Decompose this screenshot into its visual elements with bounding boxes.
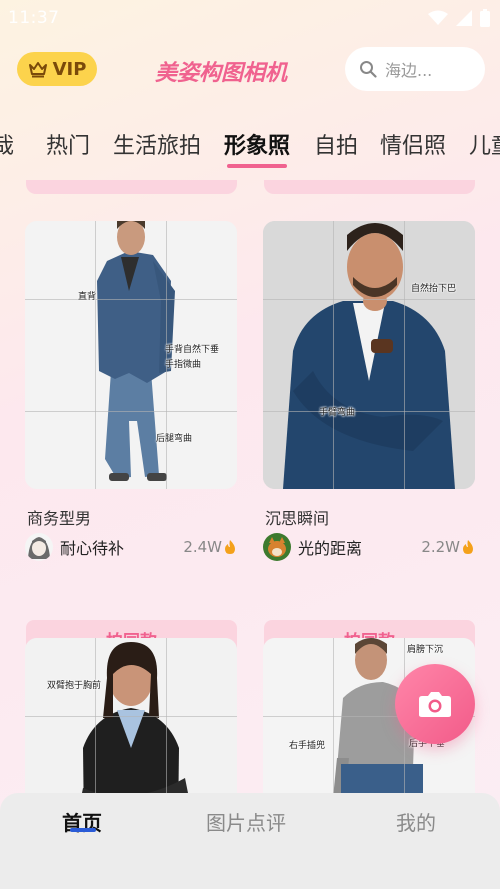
search-icon (360, 61, 377, 78)
nav-photo-review[interactable]: 图片点评 (206, 807, 286, 836)
author-row: 耐心待补 2.4W (25, 533, 237, 561)
status-time: 11:37 (8, 8, 60, 28)
tab-couple[interactable]: 情侣照 (380, 128, 446, 160)
signal-icon (456, 10, 472, 26)
wifi-icon (428, 10, 448, 25)
tab-selfie[interactable]: 自拍 (314, 128, 358, 160)
template-photo[interactable]: 自然抬下巴 手臂弯曲 (263, 221, 475, 489)
grid-line (166, 221, 167, 489)
grid-line (25, 411, 237, 412)
pose-annotation: 右手插兜 (289, 741, 326, 751)
pose-annotation: 后腿弯曲 (156, 434, 193, 444)
tab-hot[interactable]: 热门 (46, 128, 90, 160)
grid-line (333, 221, 334, 489)
tab-children[interactable]: 儿童 (469, 128, 500, 160)
person-photo (25, 221, 237, 489)
likes-value: 2.4W (183, 538, 222, 556)
vip-button[interactable]: VIP (17, 52, 97, 86)
category-tabs: 哉 热门 生活旅拍 形象照 自拍 情侣照 儿童 (0, 128, 500, 172)
camera-button[interactable] (395, 664, 475, 744)
template-photo[interactable]: 双臂抱于胸前 (25, 638, 237, 795)
camera-icon (419, 692, 451, 717)
pose-annotation: 手指微曲 (165, 360, 202, 370)
header: VIP 美姿构图相机 海边... (0, 45, 500, 95)
person-photo (263, 221, 475, 489)
active-tab-indicator (227, 164, 287, 168)
tab-partial[interactable]: 哉 (0, 128, 14, 160)
vip-label: VIP (52, 58, 87, 80)
status-icons (428, 9, 490, 27)
pose-annotation: 自然抬下巴 (411, 284, 457, 294)
author-name[interactable]: 耐心待补 (60, 535, 183, 559)
avatar[interactable] (25, 533, 53, 561)
likes-value: 2.2W (421, 538, 460, 556)
grid-line (263, 411, 475, 412)
previous-row-button[interactable] (264, 180, 475, 194)
fire-icon (225, 540, 235, 554)
pose-annotation: 手臂弯曲 (319, 408, 356, 418)
likes-count: 2.4W (183, 538, 237, 556)
search-placeholder: 海边... (385, 61, 433, 80)
pose-annotation: 双臂抱于胸前 (47, 681, 102, 691)
search-input[interactable]: 海边... (345, 47, 485, 91)
status-bar: 11:37 (0, 0, 500, 36)
grid-line (95, 221, 96, 489)
pose-annotation: 手背自然下垂 (165, 345, 220, 355)
template-photo[interactable]: 直背 手背自然下垂 手指微曲 后腿弯曲 (25, 221, 237, 489)
grid-line (404, 221, 405, 489)
author-row: 光的距离 2.2W (263, 533, 475, 561)
fire-icon (463, 540, 473, 554)
bottom-navigation: 首页 图片点评 我的 (0, 793, 500, 889)
pose-annotation: 直背 (78, 292, 97, 302)
nav-active-indicator (70, 828, 96, 832)
avatar[interactable] (263, 533, 291, 561)
crown-icon (28, 62, 47, 78)
grid-line (25, 299, 237, 300)
likes-count: 2.2W (421, 538, 475, 556)
app-title: 美姿构图相机 (155, 61, 288, 86)
battery-icon (480, 9, 490, 27)
pose-annotation: 肩膀下沉 (407, 645, 444, 655)
tab-portrait[interactable]: 形象照 (224, 128, 290, 160)
author-name[interactable]: 光的距离 (298, 535, 421, 559)
grid-line (263, 299, 475, 300)
grid-line (25, 716, 237, 717)
nav-mine[interactable]: 我的 (396, 807, 436, 836)
card-title: 商务型男 (27, 509, 92, 528)
tab-life-travel[interactable]: 生活旅拍 (113, 128, 201, 160)
previous-row-button[interactable] (26, 180, 237, 194)
card-title: 沉思瞬间 (265, 509, 330, 528)
